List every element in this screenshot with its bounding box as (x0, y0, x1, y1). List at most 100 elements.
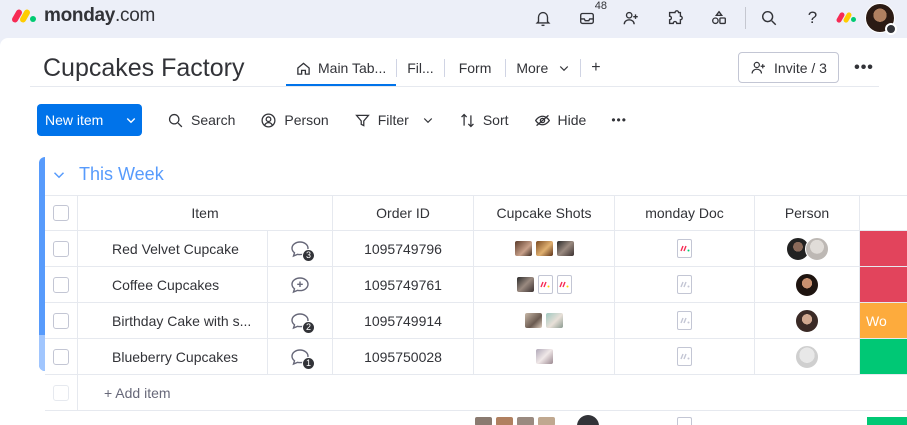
cupcake-shots-cell[interactable] (474, 231, 615, 266)
doc-file-icon[interactable] (677, 311, 692, 330)
status-cell[interactable]: Wo (860, 303, 907, 338)
updates-cell[interactable] (268, 267, 333, 302)
new-item-dropdown[interactable] (119, 114, 142, 126)
person-cell[interactable] (755, 231, 860, 266)
doc-file-icon[interactable] (677, 239, 692, 258)
cupcake-thumbnail[interactable] (525, 313, 542, 328)
board-menu-button[interactable]: ••• (852, 56, 876, 80)
updates-icon[interactable]: 3 (290, 240, 315, 262)
cupcake-thumbnail[interactable] (535, 241, 553, 256)
cupcake-shots-cell[interactable] (474, 303, 615, 338)
add-update-icon[interactable] (290, 276, 310, 294)
cupcake-thumbnail[interactable] (535, 349, 553, 364)
user-avatar[interactable] (865, 3, 897, 35)
row-checkbox[interactable] (53, 348, 69, 365)
filter-button[interactable]: Filter (354, 112, 434, 129)
apps-icon[interactable] (660, 4, 689, 32)
updates-icon[interactable]: 2 (290, 312, 315, 334)
brand-name: monday.com (44, 5, 156, 26)
chevron-down-icon (560, 66, 569, 72)
column-header-item[interactable]: Item (78, 196, 333, 230)
table-row[interactable]: Birthday Cake with s... 2 1095749914 Wo (45, 303, 907, 339)
column-header-status[interactable] (860, 196, 907, 230)
board-title[interactable]: Cupcakes Factory (43, 54, 244, 83)
cupcake-shots-cell[interactable] (474, 339, 615, 374)
column-header-monday-doc[interactable]: monday Doc (615, 196, 755, 230)
tab-main-table[interactable]: Main Tab... (286, 50, 397, 86)
item-name[interactable]: Blueberry Cupcakes (78, 339, 268, 374)
person-filter-button[interactable]: Person (260, 112, 329, 129)
select-all-checkbox[interactable] (53, 205, 69, 221)
hide-button[interactable]: Hide (534, 112, 586, 129)
item-name[interactable]: Birthday Cake with s... (78, 303, 268, 338)
help-icon[interactable]: ? (798, 4, 827, 32)
row-checkbox[interactable] (53, 240, 69, 257)
item-name[interactable]: Red Velvet Cupcake (78, 231, 268, 266)
order-id[interactable]: 1095749914 (333, 303, 474, 338)
updates-cell[interactable]: 1 (268, 339, 333, 374)
group-header[interactable]: This Week (53, 164, 164, 185)
person-cell[interactable] (755, 303, 860, 338)
file-thumbnail-icon[interactable] (556, 275, 572, 294)
account-logo-icon[interactable] (835, 11, 857, 25)
cupcake-shots-cell[interactable] (474, 267, 615, 302)
monday-logo[interactable]: monday.com (10, 5, 156, 27)
invite-members-icon[interactable] (616, 4, 645, 32)
group-title[interactable]: This Week (79, 164, 164, 185)
item-name[interactable]: Coffee Cupcakes (78, 267, 268, 302)
templates-icon[interactable] (704, 4, 733, 32)
updates-cell[interactable]: 3 (268, 231, 333, 266)
monday-doc-cell[interactable] (615, 339, 755, 374)
column-header-person[interactable]: Person (755, 196, 860, 230)
order-id[interactable]: 1095749796 (333, 231, 474, 266)
sort-button[interactable]: Sort (459, 112, 509, 129)
monday-doc-cell[interactable] (615, 267, 755, 302)
order-id[interactable]: 1095749761 (333, 267, 474, 302)
avatar[interactable] (795, 272, 819, 297)
file-thumbnail-icon[interactable] (537, 275, 553, 294)
inbox-icon[interactable]: 48 (572, 0, 607, 32)
invite-button[interactable]: Invite / 3 (738, 52, 839, 83)
status-cell[interactable] (860, 231, 907, 266)
status-cell[interactable] (860, 339, 907, 374)
person-cell[interactable] (755, 339, 860, 374)
avatar[interactable] (795, 344, 819, 369)
tab-files[interactable]: Fil... (397, 50, 443, 86)
tab-more[interactable]: More (506, 50, 580, 86)
add-item-row[interactable]: + Add item (45, 375, 907, 411)
table-row[interactable]: Blueberry Cupcakes 1 1095750028 (45, 339, 907, 375)
top-bar: monday.com 48 ? (0, 0, 907, 35)
add-item-input[interactable]: + Add item (78, 375, 907, 410)
doc-file-icon[interactable] (677, 347, 692, 366)
table-row[interactable]: Coffee Cupcakes 1095749761 (45, 267, 907, 303)
avatar[interactable] (804, 236, 829, 261)
select-all-cell[interactable] (45, 196, 78, 230)
search-icon[interactable] (754, 4, 783, 32)
column-header-cupcake-shots[interactable]: Cupcake Shots (474, 196, 615, 230)
toolbar-more-button[interactable]: ••• (611, 113, 627, 127)
order-id[interactable]: 1095750028 (333, 339, 474, 374)
person-cell[interactable] (755, 267, 860, 302)
cupcake-thumbnail[interactable] (516, 277, 534, 292)
new-item-button[interactable]: New item (37, 104, 142, 136)
status-cell[interactable] (860, 267, 907, 302)
avatar[interactable] (795, 308, 819, 333)
updates-icon[interactable]: 1 (290, 348, 315, 370)
add-view-button[interactable]: + (581, 50, 610, 86)
bell-icon[interactable] (528, 4, 557, 32)
monday-doc-cell[interactable] (615, 303, 755, 338)
cupcake-thumbnail[interactable] (546, 313, 563, 328)
table-row[interactable]: Red Velvet Cupcake 3 1095749796 (45, 231, 907, 267)
row-checkbox[interactable] (53, 312, 69, 329)
search-button[interactable]: Search (167, 112, 235, 129)
column-header-order-id[interactable]: Order ID (333, 196, 474, 230)
tab-form[interactable]: Form (445, 50, 506, 86)
monday-doc-cell[interactable] (615, 231, 755, 266)
doc-file-icon[interactable] (677, 275, 692, 294)
updates-cell[interactable]: 2 (268, 303, 333, 338)
chevron-down-icon (423, 118, 433, 124)
cupcake-thumbnail[interactable] (514, 241, 532, 256)
sort-icon (460, 113, 474, 127)
row-checkbox[interactable] (53, 276, 69, 293)
cupcake-thumbnail[interactable] (556, 241, 574, 256)
